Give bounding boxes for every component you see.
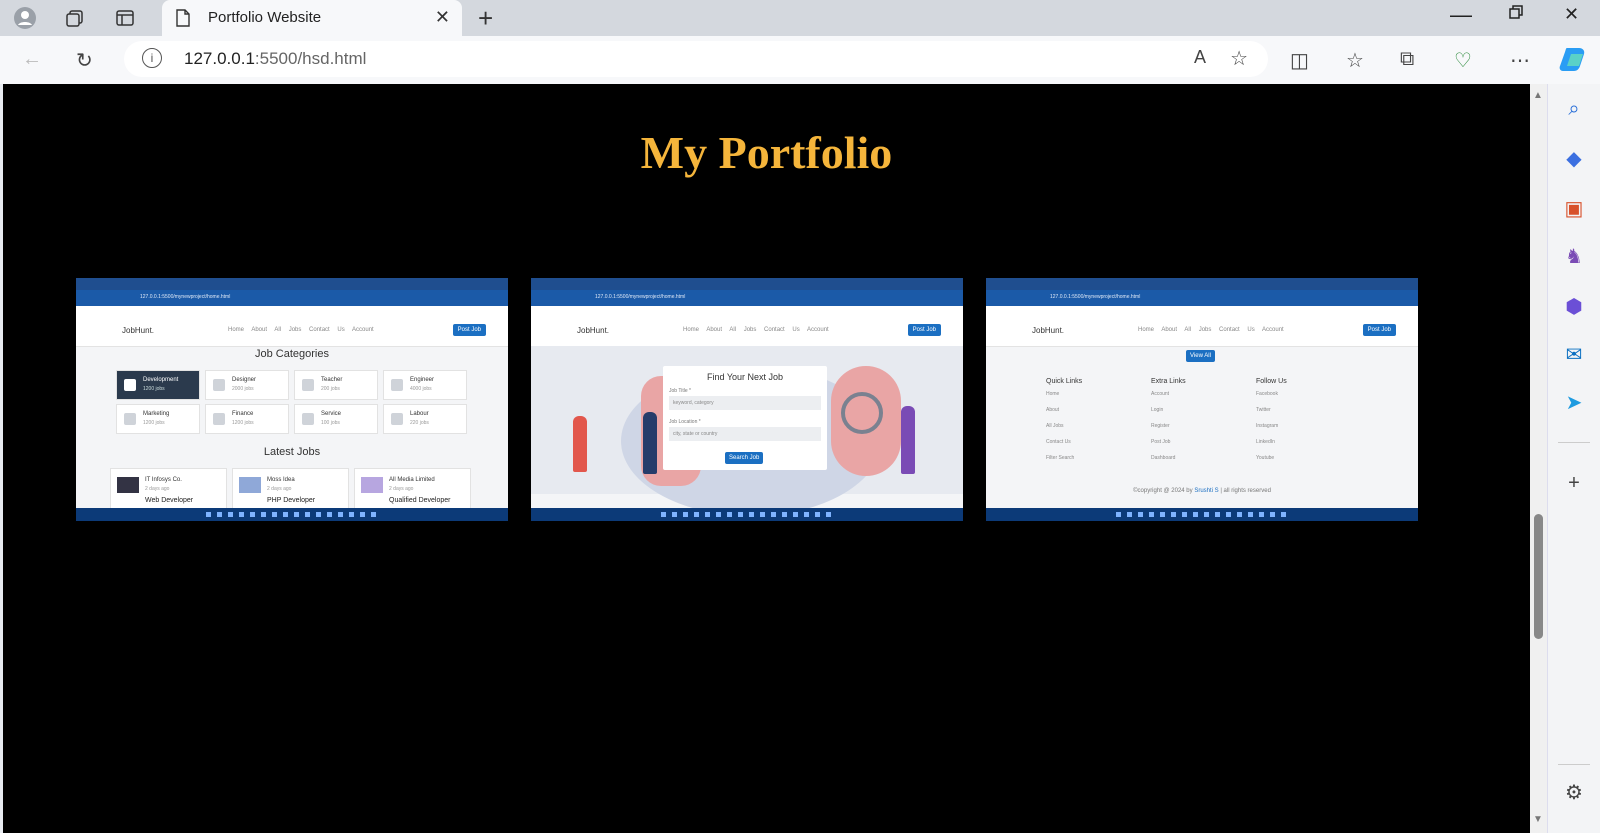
tab-title: Portfolio Website: [208, 9, 322, 26]
page-title: My Portfolio: [640, 127, 893, 178]
back-icon[interactable]: ←: [22, 48, 42, 71]
job-search-form: Find Your Next Job Job Title * keyword, …: [663, 366, 827, 470]
job-card: Moss Idea 2 days ago PHP Developer: [232, 468, 349, 510]
outlook-icon[interactable]: ✉: [1561, 342, 1587, 368]
window-close-icon[interactable]: ✕: [1564, 4, 1579, 25]
tab-close-icon[interactable]: ✕: [435, 7, 450, 28]
scroll-thumb[interactable]: [1534, 514, 1543, 639]
browser-toolbar: ← ↻ i 127.0.0.1:5500/hsd.html A ☆ ◫ ☆ ⧉ …: [0, 36, 1600, 84]
drop-icon[interactable]: ➤: [1561, 390, 1587, 416]
site-info-icon[interactable]: i: [142, 48, 162, 68]
job-card: IT Infosys Co. 2 days ago Web Developer: [110, 468, 227, 510]
games-icon[interactable]: ♞: [1561, 244, 1587, 270]
restore-icon[interactable]: [1508, 4, 1524, 25]
edge-sidebar: ⌕ ◆ ▣ ♞ ⬢ ✉ ➤ + ⚙: [1547, 84, 1600, 833]
tools-icon[interactable]: ▣: [1561, 196, 1587, 222]
more-menu-icon[interactable]: ⋯: [1510, 48, 1530, 73]
category-card: Service 100 jobs: [294, 404, 378, 434]
scroll-up-icon[interactable]: ▲: [1533, 90, 1543, 101]
job-card: All Media Limited 2 days ago Qualified Dev…: [354, 468, 471, 510]
refresh-icon[interactable]: ↻: [76, 48, 93, 73]
workspaces-icon[interactable]: [62, 6, 88, 30]
category-card: Development 1200 jobs: [116, 370, 200, 400]
quick-links-column: Quick Links Home About All Jobs Contact …: [1046, 378, 1083, 461]
scroll-down-icon[interactable]: ▼: [1533, 814, 1543, 825]
page-scrollbar[interactable]: ▲ ▼: [1530, 84, 1547, 833]
profile-icon[interactable]: [12, 6, 38, 30]
favorites-icon[interactable]: ☆: [1346, 48, 1364, 73]
category-card: Teacher 200 jobs: [294, 370, 378, 400]
minimize-icon[interactable]: —: [1450, 2, 1472, 28]
add-icon[interactable]: +: [1561, 470, 1587, 496]
tab-strip: Portfolio Website ✕ + — ✕: [0, 0, 1600, 36]
search-icon[interactable]: ⌕: [1561, 96, 1587, 122]
extra-links-column: Extra Links Account Login Register Post …: [1151, 378, 1186, 461]
follow-us-column: Follow Us Facebook Twitter Instagram Lin…: [1256, 378, 1287, 461]
copilot-icon[interactable]: [1559, 44, 1589, 80]
collections-icon[interactable]: ⧉: [1400, 48, 1414, 71]
url-text[interactable]: 127.0.0.1:5500/hsd.html: [184, 49, 366, 69]
vertical-tabs-icon[interactable]: [112, 6, 138, 30]
browser-essentials-icon[interactable]: ♡: [1454, 48, 1472, 73]
copyright-text: ©copyright @ 2024 by Srushti S | all rig…: [1133, 488, 1271, 494]
category-card: Labour 220 jobs: [383, 404, 467, 434]
new-tab-button[interactable]: +: [478, 3, 493, 34]
favorite-star-icon[interactable]: ☆: [1230, 46, 1248, 71]
portfolio-screenshot-job-search[interactable]: 127.0.0.1:5500/mynewproject/home.html Jo…: [531, 278, 963, 521]
settings-gear-icon[interactable]: ⚙: [1561, 780, 1587, 806]
address-bar[interactable]: i 127.0.0.1:5500/hsd.html A ☆: [124, 41, 1268, 77]
tab-portfolio[interactable]: Portfolio Website ✕: [162, 0, 462, 36]
category-card: Engineer 4000 jobs: [383, 370, 467, 400]
category-card: Finance 1200 jobs: [205, 404, 289, 434]
page-icon: [176, 9, 190, 32]
split-screen-icon[interactable]: ◫: [1290, 48, 1309, 73]
portfolio-screenshot-job-categories[interactable]: 127.0.0.1:5500/mynewproject/home.html Jo…: [76, 278, 508, 521]
category-card: Marketing 1200 jobs: [116, 404, 200, 434]
page-viewport: My Portfolio 127.0.0.1:5500/mynewproject…: [3, 84, 1530, 833]
read-aloud-icon[interactable]: A: [1194, 47, 1206, 68]
microsoft-365-icon[interactable]: ⬢: [1561, 294, 1587, 320]
portfolio-screenshot-footer[interactable]: 127.0.0.1:5500/mynewproject/home.html Jo…: [986, 278, 1418, 521]
shopping-icon[interactable]: ◆: [1561, 146, 1587, 172]
category-card: Designer 2000 jobs: [205, 370, 289, 400]
